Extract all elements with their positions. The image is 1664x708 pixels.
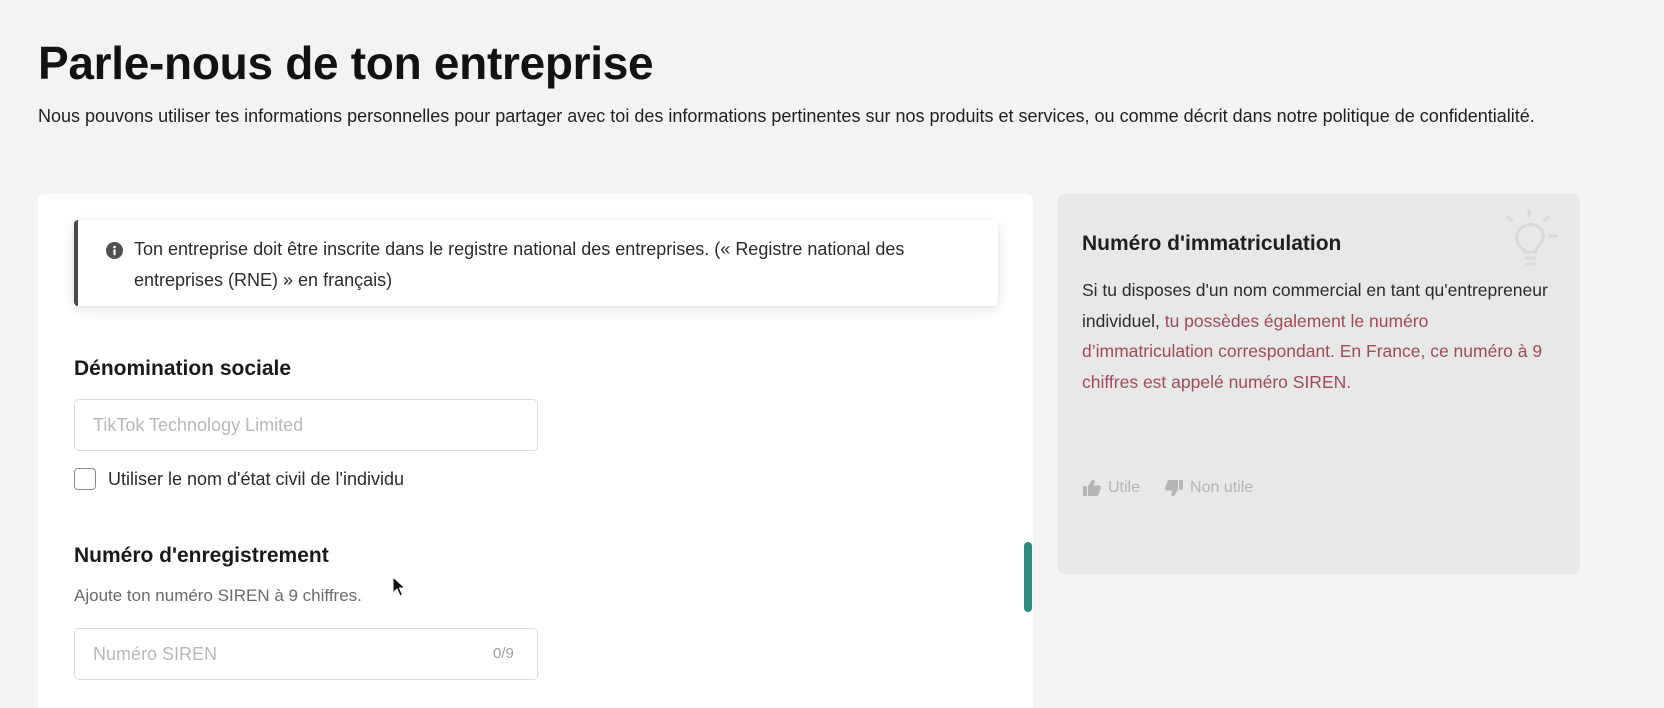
help-title: Numéro d'immatriculation: [1082, 232, 1342, 255]
mouse-cursor-icon: [392, 575, 407, 598]
useful-label: Utile: [1108, 479, 1141, 496]
page-title: Parle-nous de ton entreprise: [38, 37, 654, 89]
registration-number-label: Numéro d'enregistrement: [74, 544, 329, 567]
individual-name-checkbox[interactable]: [74, 468, 96, 490]
siren-char-counter: 0/9: [493, 645, 514, 662]
thumbs-down-icon: [1164, 479, 1184, 497]
siren-input[interactable]: [74, 628, 538, 680]
info-icon: [106, 242, 123, 259]
individual-name-checkbox-row[interactable]: Utiliser le nom d'état civil de l'indivi…: [74, 468, 404, 490]
notice-text: Ton entreprise doit être inscrite dans l…: [134, 239, 905, 290]
page: Parle-nous de ton entreprise Nous pouvon…: [0, 0, 1664, 708]
thumbs-up-icon: [1082, 479, 1102, 497]
denomination-input[interactable]: [74, 399, 538, 451]
lightbulb-icon: [1500, 209, 1562, 272]
feedback-row: Utile Non utile: [1082, 479, 1253, 497]
individual-name-checkbox-label: Utiliser le nom d'état civil de l'indivi…: [108, 468, 404, 489]
registration-helper-text: Ajoute ton numéro SIREN à 9 chiffres.: [74, 586, 362, 605]
rne-notice: Ton entreprise doit être inscrite dans l…: [74, 220, 998, 306]
not-useful-label: Non utile: [1190, 479, 1254, 496]
denomination-label: Dénomination sociale: [74, 357, 292, 380]
form-card: Ton entreprise doit être inscrite dans l…: [38, 194, 1033, 708]
scrollbar-thumb[interactable]: [1024, 542, 1032, 612]
useful-button[interactable]: Utile: [1082, 479, 1140, 497]
help-body: Si tu disposes d'un nom commercial en ta…: [1082, 275, 1560, 397]
page-subtitle: Nous pouvons utiliser tes informations p…: [38, 106, 1535, 126]
not-useful-button[interactable]: Non utile: [1164, 479, 1253, 497]
help-panel: Numéro d'immatriculation Si tu disposes …: [1058, 194, 1580, 574]
